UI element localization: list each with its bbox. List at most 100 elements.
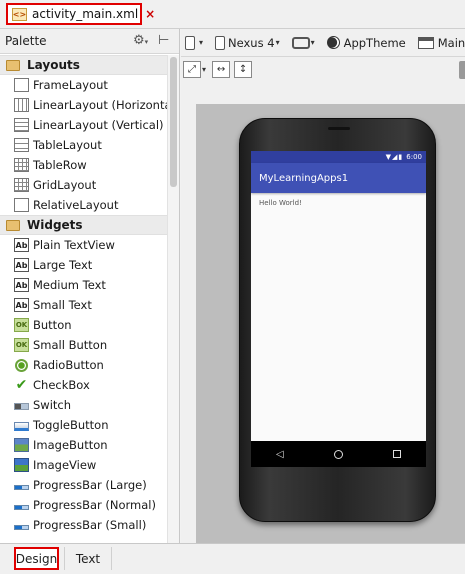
item-label: ProgressBar (Normal): [33, 498, 156, 512]
textview-icon: Ab: [14, 298, 29, 312]
progressbar-icon: [14, 524, 29, 530]
palette-item-progressbar-small[interactable]: ProgressBar (Small): [0, 515, 167, 535]
app-bar[interactable]: MyLearningApps1: [251, 163, 426, 193]
xml-file-icon: <>: [12, 7, 27, 21]
tablelayout-icon: [14, 138, 29, 152]
palette-group-widgets[interactable]: Widgets: [0, 215, 167, 235]
item-label: Small Text: [33, 298, 92, 312]
item-label: LinearLayout (Horizontal): [33, 98, 180, 112]
item-label: Plain TextView: [33, 238, 115, 252]
palette-scrollbar[interactable]: [167, 55, 179, 543]
editor-mode-tabs: Design Text: [0, 543, 465, 574]
tab-text[interactable]: Text: [64, 547, 112, 570]
item-label: LinearLayout (Vertical): [33, 118, 164, 132]
theme-label: AppTheme: [343, 35, 406, 50]
theme-selector[interactable]: AppTheme: [323, 32, 410, 54]
item-label: FrameLayout: [33, 78, 108, 92]
textview-icon: Ab: [14, 258, 29, 272]
device-selector[interactable]: Nexus 4 ▾: [211, 32, 284, 54]
palette-item-partial: [0, 535, 167, 543]
palette-group-layouts[interactable]: Layouts: [0, 55, 167, 75]
status-time: 6:00: [406, 153, 422, 161]
palette-item-imageview[interactable]: ImageView: [0, 455, 167, 475]
device-frame: ▼◢▮ 6:00 MyLearningApps1 Hello World! ◁: [239, 118, 436, 522]
hello-world-textview[interactable]: Hello World!: [259, 199, 302, 207]
device-orientation-button[interactable]: ▾: [181, 32, 207, 54]
device-screen[interactable]: ▼◢▮ 6:00 MyLearningApps1 Hello World! ◁: [251, 151, 426, 467]
home-icon: [333, 449, 343, 459]
palette-item-relativelayout[interactable]: RelativeLayout: [0, 195, 167, 215]
textview-icon: Ab: [14, 238, 29, 252]
phone-icon: [215, 35, 226, 50]
item-label: ImageView: [33, 458, 97, 472]
item-label: ToggleButton: [33, 418, 109, 432]
zoom-fit-icon[interactable]: ⤢: [183, 60, 201, 78]
item-label: ImageButton: [33, 438, 108, 452]
tab-activity-main-xml[interactable]: <> activity_main.xml ×: [6, 3, 155, 25]
side-panel-tab[interactable]: [459, 61, 465, 79]
palette-item-plain-textview[interactable]: Ab Plain TextView: [0, 235, 167, 255]
palette-item-linearlayout-vertical[interactable]: LinearLayout (Vertical): [0, 115, 167, 135]
progressbar-icon: [14, 504, 29, 510]
item-label: Medium Text: [33, 278, 106, 292]
tab-design[interactable]: Design: [14, 547, 59, 570]
item-label: Switch: [33, 398, 72, 412]
item-label: RelativeLayout: [33, 198, 119, 212]
height-fit-icon[interactable]: ↕: [234, 60, 253, 78]
checkbox-icon: ✔: [15, 377, 28, 393]
switch-icon: [14, 403, 29, 410]
palette-item-progressbar-large[interactable]: ProgressBar (Large): [0, 475, 167, 495]
orientation-selector[interactable]: ▾: [288, 32, 319, 54]
item-label: ProgressBar (Large): [33, 478, 147, 492]
textview-icon: Ab: [14, 278, 29, 292]
palette-item-tablerow[interactable]: TableRow: [0, 155, 167, 175]
palette-item-button[interactable]: OK Button: [0, 315, 167, 335]
palette-item-small-button[interactable]: OK Small Button: [0, 335, 167, 355]
back-icon: ◁: [276, 448, 284, 460]
framelayout-icon: [14, 78, 29, 92]
folder-icon: [6, 219, 20, 231]
palette-header: Palette ⚙▾ ⊢: [0, 29, 179, 54]
theme-icon: [326, 36, 340, 49]
rotate-icon: [291, 36, 310, 49]
palette-item-togglebutton[interactable]: ToggleButton: [0, 415, 167, 435]
item-label: ProgressBar (Small): [33, 518, 147, 532]
palette-item-tablelayout[interactable]: TableLayout: [0, 135, 167, 155]
design-canvas[interactable]: ▼◢▮ 6:00 MyLearningApps1 Hello World! ◁: [196, 104, 465, 543]
linearlayout-horizontal-icon: [14, 98, 29, 112]
status-bar: ▼◢▮ 6:00: [251, 151, 426, 163]
palette-item-linearlayout-horizontal[interactable]: LinearLayout (Horizontal): [0, 95, 179, 115]
hide-panel-icon[interactable]: ⊢: [158, 33, 169, 48]
radiobutton-icon: [15, 358, 28, 372]
gridlayout-icon: [14, 178, 29, 192]
gear-icon[interactable]: ⚙▾: [133, 33, 148, 48]
palette-panel: Palette ⚙▾ ⊢ Layouts FrameLayout LinearL…: [0, 29, 180, 543]
palette-item-small-text[interactable]: Ab Small Text: [0, 295, 167, 315]
scrollbar-thumb[interactable]: [170, 57, 177, 187]
width-fit-icon[interactable]: ↔: [212, 60, 231, 78]
palette-item-checkbox[interactable]: ✔ CheckBox: [0, 375, 167, 395]
item-label: GridLayout: [33, 178, 97, 192]
item-label: CheckBox: [33, 378, 90, 392]
palette-item-imagebutton[interactable]: ImageButton: [0, 435, 167, 455]
palette-item-large-text[interactable]: Ab Large Text: [0, 255, 167, 275]
tab-filename: activity_main.xml: [32, 7, 139, 21]
chevron-down-icon: ▾: [275, 38, 280, 47]
palette-item-switch[interactable]: Switch: [0, 395, 167, 415]
progressbar-icon: [14, 484, 29, 490]
activity-icon: [417, 36, 434, 49]
palette-item-gridlayout[interactable]: GridLayout: [0, 175, 167, 195]
relativelayout-icon: [14, 198, 29, 212]
chevron-down-icon[interactable]: ▾: [202, 65, 206, 74]
palette-item-medium-text[interactable]: Ab Medium Text: [0, 275, 167, 295]
close-icon[interactable]: ×: [145, 7, 155, 21]
togglebutton-icon: [14, 421, 29, 431]
device-icon: [185, 35, 195, 50]
palette-item-framelayout[interactable]: FrameLayout: [0, 75, 167, 95]
palette-item-radiobutton[interactable]: RadioButton: [0, 355, 167, 375]
activity-selector[interactable]: MainA: [414, 32, 465, 54]
linearlayout-vertical-icon: [14, 118, 29, 132]
android-studio-layout-editor: <> activity_main.xml × Palette ⚙▾ ⊢ Layo…: [0, 0, 465, 574]
activity-label: MainA: [437, 35, 465, 50]
palette-item-progressbar-normal[interactable]: ProgressBar (Normal): [0, 495, 167, 515]
